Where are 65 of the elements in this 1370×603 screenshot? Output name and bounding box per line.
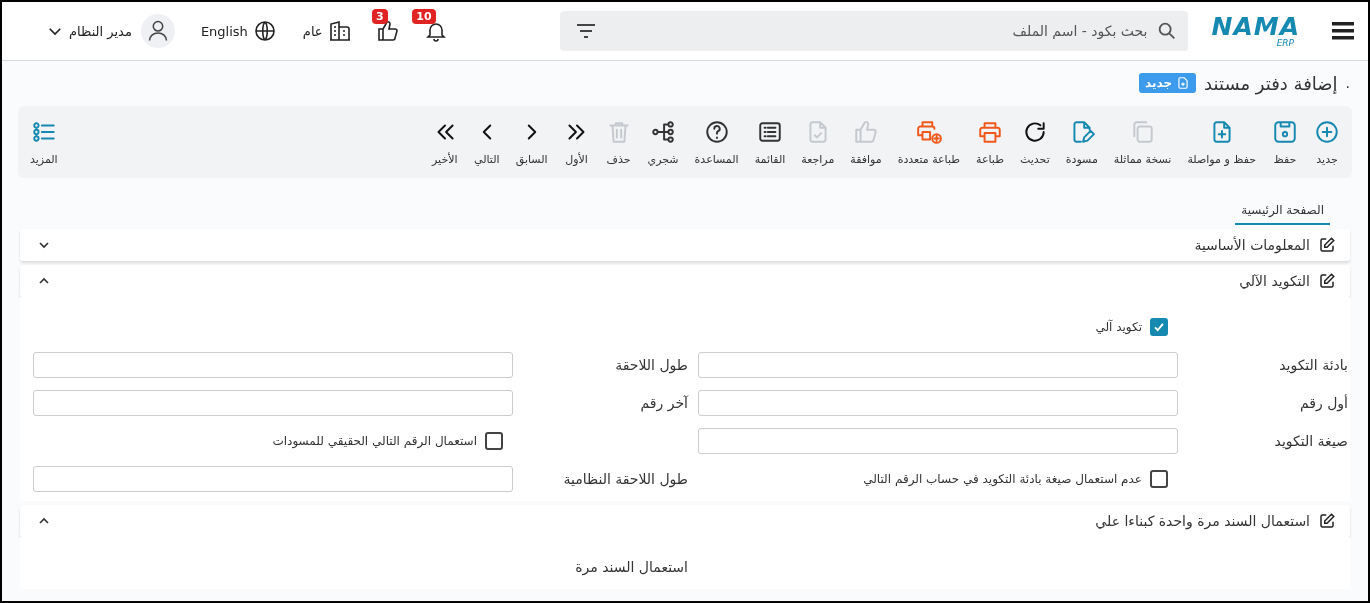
- building-icon[interactable]: [327, 19, 352, 43]
- thumbs-up-icon[interactable]: [375, 19, 400, 43]
- section-title: المعلومات الأساسية: [1194, 237, 1310, 253]
- plus-tool[interactable]: جديد: [1306, 118, 1348, 166]
- user-name[interactable]: مدير النظام: [69, 23, 132, 39]
- refresh-tool[interactable]: تحديث: [1011, 118, 1058, 166]
- edit-icon: [1318, 512, 1336, 530]
- badge-label: جديد: [1145, 76, 1173, 90]
- page-title: إضافة دفتر مستند: [1204, 72, 1338, 94]
- search-field[interactable]: بحث بكود - اسم الملف: [559, 11, 1188, 51]
- checkbox-label: تكويد آلي: [1095, 320, 1142, 334]
- menu-icon[interactable]: [1332, 22, 1354, 40]
- tree-icon: [650, 118, 677, 145]
- input-field[interactable]: [698, 390, 1178, 416]
- help-icon: [703, 118, 730, 145]
- file-plus-icon: [1176, 76, 1191, 90]
- save-tool[interactable]: حفظ: [1264, 118, 1306, 166]
- input-field[interactable]: [33, 466, 513, 492]
- edit-icon: [1318, 236, 1336, 254]
- first-tool[interactable]: الأول: [555, 118, 598, 166]
- input-field[interactable]: [33, 390, 513, 416]
- checkbox-label: استعمال الرقم التالي الحقيقي للمسودات: [272, 434, 477, 448]
- language-label[interactable]: English: [200, 23, 248, 39]
- save-icon: [1272, 118, 1298, 145]
- help-tool[interactable]: المساعدة: [686, 118, 747, 166]
- checkbox[interactable]: [1150, 318, 1168, 336]
- field-label: أول رقم: [1298, 395, 1348, 411]
- file-edit-tool[interactable]: مسودة: [1057, 118, 1106, 166]
- thumbs-up-icon: [853, 118, 879, 145]
- field-label: استعمال السند مرة: [574, 559, 688, 575]
- title-dot: .: [1345, 75, 1350, 91]
- input-field[interactable]: [698, 352, 1178, 378]
- like-count: 3: [371, 9, 388, 24]
- next-tool[interactable]: التالي: [465, 118, 508, 166]
- checkbox[interactable]: [485, 432, 503, 450]
- section-title: التكويد الآلي: [1239, 273, 1310, 289]
- logo[interactable]: NAMA ERP: [1211, 14, 1300, 48]
- field-label: بادئة التكويد: [1278, 357, 1348, 373]
- more-tool[interactable]: المزيد: [22, 118, 66, 166]
- print-plus-tool[interactable]: طباعة متعددة: [889, 118, 969, 166]
- section-header[interactable]: التكويد الآلي: [20, 265, 1350, 297]
- file-plus-tool[interactable]: حفظ و مواصلة: [1179, 118, 1264, 166]
- section-title: استعمال السند مرة واحدة كبناءا علي: [1095, 513, 1310, 529]
- checkbox-label: عدم استعمال صيغة بادئة التكويد في حساب الرقم التالي: [863, 472, 1142, 486]
- print-tool[interactable]: طباعة: [968, 118, 1012, 166]
- field-label: طول اللاحقة النظامية: [562, 471, 688, 487]
- tree-tool[interactable]: شجري: [639, 118, 687, 166]
- field-label: آخر رقم: [639, 395, 688, 411]
- printer-plus-icon: [915, 118, 942, 145]
- avatar-icon[interactable]: [140, 14, 175, 48]
- globe-icon[interactable]: [252, 19, 277, 43]
- prev-tool[interactable]: السابق: [507, 118, 556, 166]
- field-label: صيغة التكويد: [1273, 433, 1348, 449]
- notification-count: 10: [412, 9, 436, 24]
- input-field[interactable]: [698, 428, 1178, 454]
- section-header[interactable]: المعلومات الأساسية: [20, 229, 1350, 261]
- company-label[interactable]: عام: [302, 23, 323, 39]
- field-label: طول اللاحقة: [614, 357, 688, 373]
- last-tool[interactable]: الأخير: [423, 118, 466, 166]
- checkbox[interactable]: [1150, 470, 1168, 488]
- list-tool[interactable]: القائمة: [746, 118, 794, 166]
- section-header[interactable]: استعمال السند مرة واحدة كبناءا علي: [20, 505, 1350, 537]
- input-field[interactable]: [33, 352, 513, 378]
- edit-icon: [1318, 272, 1336, 290]
- tab[interactable]: الصفحة الرئيسية: [1235, 203, 1330, 225]
